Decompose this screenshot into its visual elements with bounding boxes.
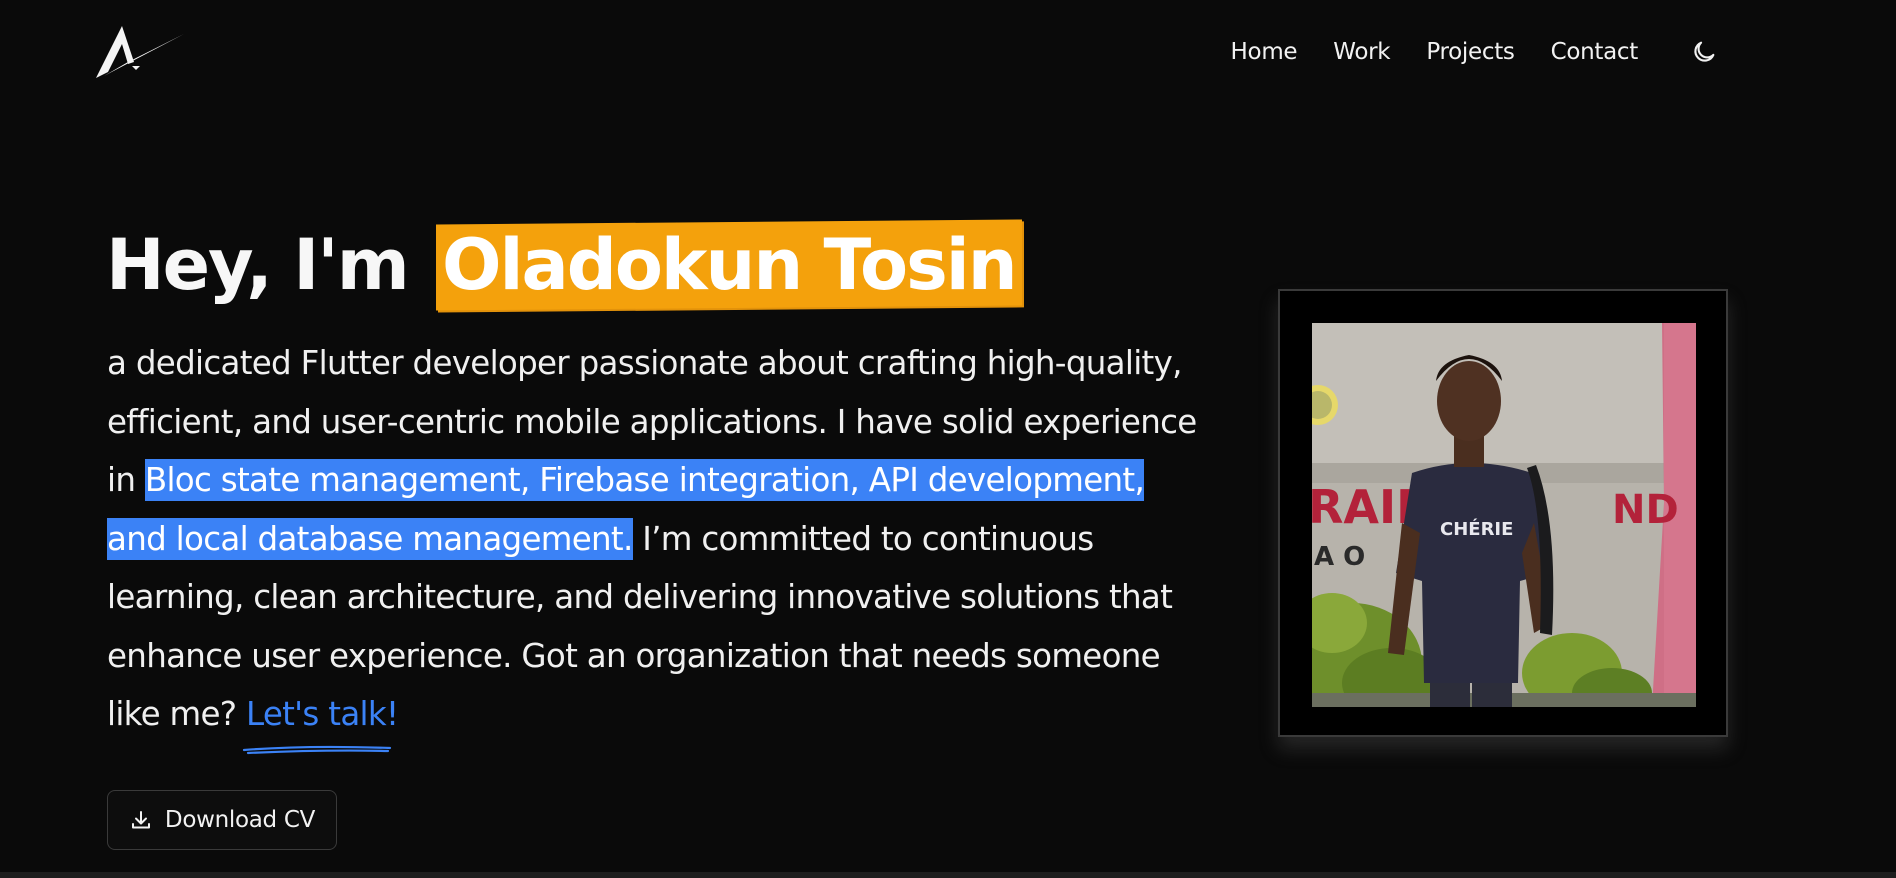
scribble-underline-icon <box>242 745 392 754</box>
download-icon <box>129 808 153 832</box>
profile-photo: RAIN ND A O CHÉRIE <box>1312 323 1696 707</box>
nav-home-link[interactable]: Home <box>1231 39 1298 65</box>
moon-icon <box>1694 41 1715 62</box>
download-cv-button[interactable]: Download CV <box>107 790 337 850</box>
nav-contact-link[interactable]: Contact <box>1551 39 1639 65</box>
page-bottom-divider <box>0 872 1896 878</box>
download-cv-label: Download CV <box>164 807 316 833</box>
hero-name-highlight: Oladokun Tosin <box>436 219 1022 311</box>
logo-icon[interactable] <box>94 22 186 80</box>
theme-toggle-button[interactable] <box>1688 36 1720 68</box>
hero-greeting: Hey, I'm <box>106 224 410 306</box>
hero-name: Oladokun Tosin <box>442 224 1016 306</box>
lets-talk-link[interactable]: Let's talk! <box>242 685 399 754</box>
hero-title: Hey, I'm Oladokun Tosin <box>106 219 1022 311</box>
main-nav: Home Work Projects Contact <box>1195 36 1720 68</box>
nav-work-link[interactable]: Work <box>1333 39 1390 65</box>
profile-photo-frame: RAIN ND A O CHÉRIE <box>1278 289 1728 737</box>
photo-shirt-text: CHÉRIE <box>1440 518 1513 540</box>
hero-bio: a dedicated Flutter developer passionate… <box>107 334 1212 754</box>
photo-sign-text-row2: A O <box>1314 542 1365 572</box>
portfolio-page: Home Work Projects Contact Hey, I'm Olad… <box>0 0 1896 878</box>
lets-talk-label: Let's talk! <box>246 695 399 733</box>
photo-sign-text-right: ND <box>1612 487 1679 533</box>
nav-projects-link[interactable]: Projects <box>1426 39 1515 65</box>
